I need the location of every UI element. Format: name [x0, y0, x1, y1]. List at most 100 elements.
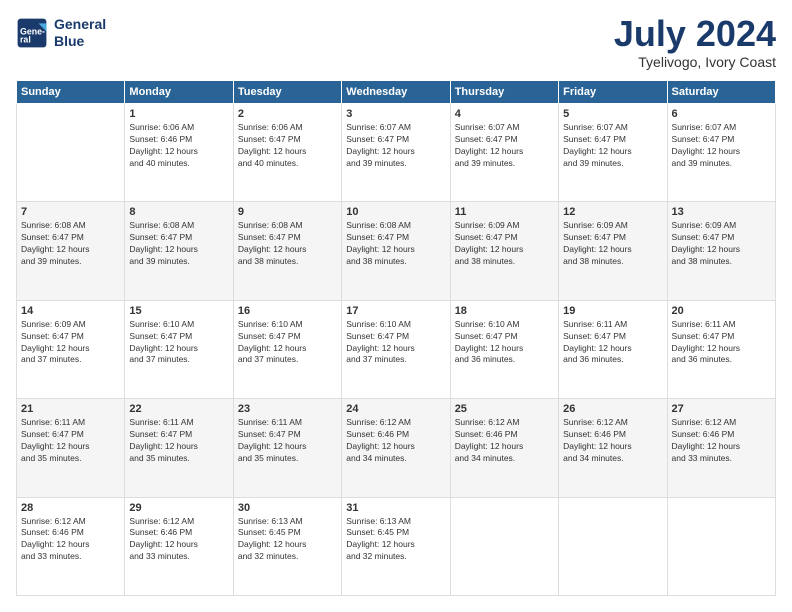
day-number: 26 — [563, 403, 662, 415]
col-tuesday: Tuesday — [233, 81, 341, 104]
day-number: 27 — [672, 403, 771, 415]
day-info: Sunrise: 6:11 AM Sunset: 6:47 PM Dayligh… — [238, 417, 337, 465]
calendar-cell — [450, 497, 558, 595]
day-info: Sunrise: 6:06 AM Sunset: 6:46 PM Dayligh… — [129, 122, 228, 170]
day-number: 9 — [238, 206, 337, 218]
day-info: Sunrise: 6:08 AM Sunset: 6:47 PM Dayligh… — [129, 220, 228, 268]
calendar-cell: 24 Sunrise: 6:12 AM Sunset: 6:46 PM Dayli… — [342, 399, 450, 497]
day-info: Sunrise: 6:07 AM Sunset: 6:47 PM Dayligh… — [346, 122, 445, 170]
logo-icon: Gene- ral — [16, 17, 48, 49]
day-number: 25 — [455, 403, 554, 415]
day-info: Sunrise: 6:08 AM Sunset: 6:47 PM Dayligh… — [238, 220, 337, 268]
day-info: Sunrise: 6:12 AM Sunset: 6:46 PM Dayligh… — [129, 516, 228, 564]
header: Gene- ral General Blue July 2024 Tyelivo… — [16, 16, 776, 70]
day-number: 10 — [346, 206, 445, 218]
col-saturday: Saturday — [667, 81, 775, 104]
day-info: Sunrise: 6:12 AM Sunset: 6:46 PM Dayligh… — [672, 417, 771, 465]
day-number: 2 — [238, 108, 337, 120]
day-number: 19 — [563, 305, 662, 317]
calendar-week-row: 21 Sunrise: 6:11 AM Sunset: 6:47 PM Dayli… — [17, 399, 776, 497]
day-number: 28 — [21, 502, 120, 514]
logo-line2: Blue — [54, 33, 106, 50]
day-info: Sunrise: 6:13 AM Sunset: 6:45 PM Dayligh… — [346, 516, 445, 564]
day-info: Sunrise: 6:10 AM Sunset: 6:47 PM Dayligh… — [238, 319, 337, 367]
col-friday: Friday — [559, 81, 667, 104]
day-info: Sunrise: 6:07 AM Sunset: 6:47 PM Dayligh… — [672, 122, 771, 170]
day-number: 16 — [238, 305, 337, 317]
calendar-cell: 29 Sunrise: 6:12 AM Sunset: 6:46 PM Dayli… — [125, 497, 233, 595]
calendar-cell: 2 Sunrise: 6:06 AM Sunset: 6:47 PM Daylig… — [233, 104, 341, 202]
day-info: Sunrise: 6:06 AM Sunset: 6:47 PM Dayligh… — [238, 122, 337, 170]
col-monday: Monday — [125, 81, 233, 104]
calendar-cell: 27 Sunrise: 6:12 AM Sunset: 6:46 PM Dayli… — [667, 399, 775, 497]
day-info: Sunrise: 6:11 AM Sunset: 6:47 PM Dayligh… — [129, 417, 228, 465]
logo-line1: General — [54, 16, 106, 33]
calendar-week-row: 1 Sunrise: 6:06 AM Sunset: 6:46 PM Daylig… — [17, 104, 776, 202]
day-info: Sunrise: 6:07 AM Sunset: 6:47 PM Dayligh… — [455, 122, 554, 170]
calendar-cell: 18 Sunrise: 6:10 AM Sunset: 6:47 PM Dayli… — [450, 300, 558, 398]
calendar-cell: 8Sunrise: 6:08 AM Sunset: 6:47 PM Daylig… — [125, 202, 233, 300]
day-number: 20 — [672, 305, 771, 317]
day-info: Sunrise: 6:10 AM Sunset: 6:47 PM Dayligh… — [455, 319, 554, 367]
calendar-cell: 19 Sunrise: 6:11 AM Sunset: 6:47 PM Dayli… — [559, 300, 667, 398]
calendar-header-row: Sunday Monday Tuesday Wednesday Thursday… — [17, 81, 776, 104]
calendar-cell: 15 Sunrise: 6:10 AM Sunset: 6:47 PM Dayli… — [125, 300, 233, 398]
day-number: 29 — [129, 502, 228, 514]
logo-text: General Blue — [54, 16, 106, 50]
day-info: Sunrise: 6:12 AM Sunset: 6:46 PM Dayligh… — [563, 417, 662, 465]
day-info: Sunrise: 6:09 AM Sunset: 6:47 PM Dayligh… — [21, 319, 120, 367]
calendar-week-row: 28 Sunrise: 6:12 AM Sunset: 6:46 PM Dayli… — [17, 497, 776, 595]
calendar-cell — [17, 104, 125, 202]
calendar-cell: 9 Sunrise: 6:08 AM Sunset: 6:47 PM Daylig… — [233, 202, 341, 300]
day-number: 1 — [129, 108, 228, 120]
calendar-cell: 17Sunrise: 6:10 AM Sunset: 6:47 PM Dayli… — [342, 300, 450, 398]
day-number: 4 — [455, 108, 554, 120]
day-number: 21 — [21, 403, 120, 415]
calendar-cell: 13 Sunrise: 6:09 AM Sunset: 6:47 PM Dayli… — [667, 202, 775, 300]
day-info: Sunrise: 6:09 AM Sunset: 6:47 PM Dayligh… — [563, 220, 662, 268]
calendar-page: Gene- ral General Blue July 2024 Tyelivo… — [0, 0, 792, 612]
day-info: Sunrise: 6:07 AM Sunset: 6:47 PM Dayligh… — [563, 122, 662, 170]
calendar-cell: 30 Sunrise: 6:13 AM Sunset: 6:45 PM Dayli… — [233, 497, 341, 595]
calendar-cell: 11Sunrise: 6:09 AM Sunset: 6:47 PM Dayli… — [450, 202, 558, 300]
day-info: Sunrise: 6:11 AM Sunset: 6:47 PM Dayligh… — [21, 417, 120, 465]
day-number: 6 — [672, 108, 771, 120]
calendar-cell: 28 Sunrise: 6:12 AM Sunset: 6:46 PM Dayli… — [17, 497, 125, 595]
day-info: Sunrise: 6:12 AM Sunset: 6:46 PM Dayligh… — [346, 417, 445, 465]
calendar-cell: 6 Sunrise: 6:07 AM Sunset: 6:47 PM Daylig… — [667, 104, 775, 202]
day-number: 14 — [21, 305, 120, 317]
day-info: Sunrise: 6:12 AM Sunset: 6:46 PM Dayligh… — [21, 516, 120, 564]
calendar-cell: 3 Sunrise: 6:07 AM Sunset: 6:47 PM Daylig… — [342, 104, 450, 202]
subtitle: Tyelivogo, Ivory Coast — [614, 54, 776, 70]
day-number: 24 — [346, 403, 445, 415]
day-number: 3 — [346, 108, 445, 120]
calendar-cell: 12 Sunrise: 6:09 AM Sunset: 6:47 PM Dayli… — [559, 202, 667, 300]
calendar-cell: 4 Sunrise: 6:07 AM Sunset: 6:47 PM Daylig… — [450, 104, 558, 202]
calendar-cell — [559, 497, 667, 595]
day-number: 30 — [238, 502, 337, 514]
day-info: Sunrise: 6:08 AM Sunset: 6:47 PM Dayligh… — [21, 220, 120, 268]
calendar-cell: 21 Sunrise: 6:11 AM Sunset: 6:47 PM Dayli… — [17, 399, 125, 497]
calendar-cell: 10 Sunrise: 6:08 AM Sunset: 6:47 PM Dayli… — [342, 202, 450, 300]
calendar-table: Sunday Monday Tuesday Wednesday Thursday… — [16, 80, 776, 596]
day-info: Sunrise: 6:13 AM Sunset: 6:45 PM Dayligh… — [238, 516, 337, 564]
day-number: 12 — [563, 206, 662, 218]
col-sunday: Sunday — [17, 81, 125, 104]
calendar-cell: 26 Sunrise: 6:12 AM Sunset: 6:46 PM Dayli… — [559, 399, 667, 497]
day-number: 31 — [346, 502, 445, 514]
day-number: 15 — [129, 305, 228, 317]
svg-text:ral: ral — [20, 34, 31, 44]
title-block: July 2024 Tyelivogo, Ivory Coast — [614, 16, 776, 70]
main-title: July 2024 — [614, 16, 776, 52]
day-number: 18 — [455, 305, 554, 317]
day-number: 22 — [129, 403, 228, 415]
day-number: 13 — [672, 206, 771, 218]
day-info: Sunrise: 6:08 AM Sunset: 6:47 PM Dayligh… — [346, 220, 445, 268]
day-info: Sunrise: 6:11 AM Sunset: 6:47 PM Dayligh… — [672, 319, 771, 367]
day-info: Sunrise: 6:09 AM Sunset: 6:47 PM Dayligh… — [672, 220, 771, 268]
day-info: Sunrise: 6:10 AM Sunset: 6:47 PM Dayligh… — [129, 319, 228, 367]
col-thursday: Thursday — [450, 81, 558, 104]
calendar-week-row: 7Sunrise: 6:08 AM Sunset: 6:47 PM Daylig… — [17, 202, 776, 300]
day-info: Sunrise: 6:11 AM Sunset: 6:47 PM Dayligh… — [563, 319, 662, 367]
day-info: Sunrise: 6:09 AM Sunset: 6:47 PM Dayligh… — [455, 220, 554, 268]
